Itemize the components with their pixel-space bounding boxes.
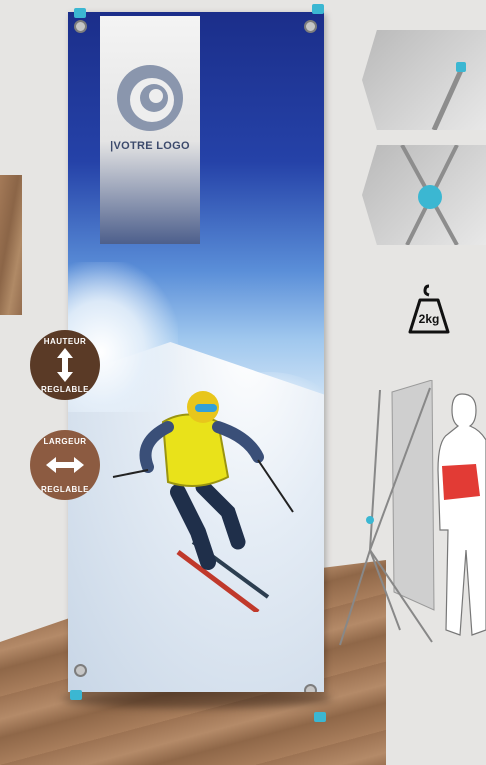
x-banner: |VOTRE LOGO (68, 12, 324, 692)
height-badge-bottom-text: REGLABLE (41, 385, 89, 394)
detail-photo-center-joint (362, 145, 486, 245)
frame-cap-bottom-right (314, 712, 326, 722)
width-badge-bottom-text: REGLABLE (41, 485, 89, 494)
frame-cap-top-left (74, 8, 86, 18)
weight-indicator: 2kg (398, 282, 460, 342)
stand-shadow (62, 690, 332, 708)
height-badge-top-text: HAUTEUR (43, 337, 87, 346)
stand-size-diagram (339, 380, 486, 646)
weight-label: 2kg (418, 312, 440, 326)
width-adjustable-badge: LARGEUR REGLABLE (30, 430, 100, 500)
height-adjustable-badge: HAUTEUR REGLABLE (30, 330, 100, 400)
grommet-bottom-right (304, 684, 317, 692)
width-badge-top-text: LARGEUR (43, 437, 87, 446)
logo-text: |VOTRE LOGO (110, 140, 190, 152)
grommet-bottom-left (74, 664, 87, 677)
frame-cap-top-right (312, 4, 324, 14)
frame-cap-bottom-left (70, 690, 82, 700)
logo-panel: |VOTRE LOGO (100, 16, 200, 244)
detail-photo-pole-tip (362, 30, 486, 130)
grommet-top-left (74, 20, 87, 33)
wood-floor-left (0, 175, 22, 315)
skier-illustration (112, 391, 294, 612)
grommet-top-right (304, 20, 317, 33)
logo-placeholder-icon (117, 65, 183, 131)
